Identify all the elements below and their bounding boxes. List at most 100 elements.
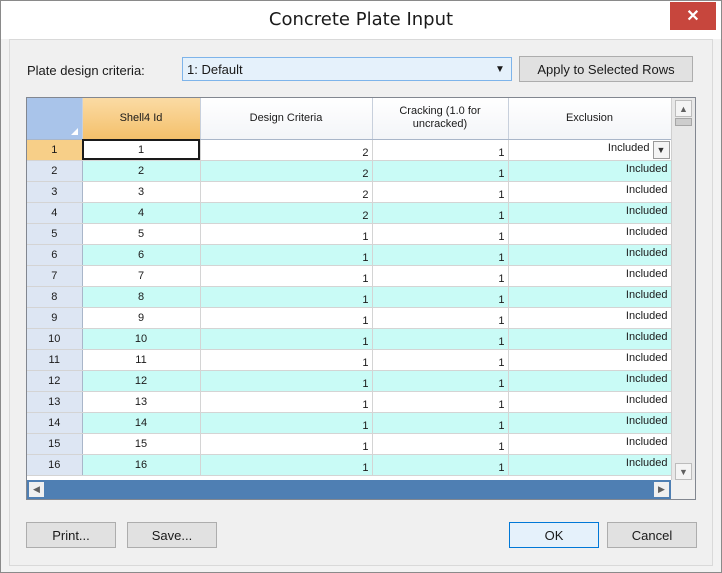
shell4-id-cell[interactable]: 7 (82, 265, 201, 287)
row-header[interactable]: 4 (27, 202, 83, 224)
horizontal-scrollbar[interactable]: ◀ ▶ (27, 480, 695, 499)
table-row[interactable]: 4 4 2 1 Included (27, 202, 671, 224)
table-row[interactable]: 9 9 1 1 Included (27, 307, 671, 329)
arrow-down-icon[interactable]: ▼ (675, 463, 692, 480)
cracking-cell[interactable]: 1 (372, 286, 509, 308)
column-header-shell4-id[interactable]: Shell4 Id (82, 98, 201, 140)
apply-to-selected-rows-button[interactable]: Apply to Selected Rows (519, 56, 693, 82)
design-criteria-cell[interactable]: 1 (200, 454, 373, 476)
design-criteria-cell[interactable]: 1 (200, 223, 373, 245)
shell4-id-cell[interactable]: 8 (82, 286, 201, 308)
cracking-cell[interactable]: 1 (372, 328, 509, 350)
shell4-id-cell[interactable]: 9 (82, 307, 201, 329)
row-header[interactable]: 9 (27, 307, 83, 329)
table-row[interactable]: 11 11 1 1 Included (27, 349, 671, 371)
design-criteria-cell[interactable]: 1 (200, 433, 373, 455)
shell4-id-cell[interactable]: 14 (82, 412, 201, 434)
design-criteria-cell[interactable]: 1 (200, 349, 373, 371)
exclusion-cell[interactable]: Included (508, 349, 671, 371)
shell4-id-cell[interactable]: 1 (82, 139, 201, 161)
table-row[interactable]: 6 6 1 1 Included (27, 244, 671, 266)
vertical-scrollbar[interactable]: ▲ ▼ (671, 98, 695, 482)
column-header-cracking[interactable]: Cracking (1.0 for uncracked) (372, 98, 509, 140)
cracking-cell[interactable]: 1 (372, 139, 509, 161)
row-header[interactable]: 10 (27, 328, 83, 350)
exclusion-cell[interactable]: Included (508, 328, 671, 350)
design-criteria-cell[interactable]: 2 (200, 139, 373, 161)
shell4-id-cell[interactable]: 4 (82, 202, 201, 224)
cracking-cell[interactable]: 1 (372, 181, 509, 203)
shell4-id-cell[interactable]: 12 (82, 370, 201, 392)
table-row[interactable]: 14 14 1 1 Included (27, 412, 671, 434)
shell4-id-cell[interactable]: 15 (82, 433, 201, 455)
table-row[interactable]: 2 2 2 1 Included (27, 160, 671, 182)
cracking-cell[interactable]: 1 (372, 391, 509, 413)
design-criteria-cell[interactable]: 2 (200, 202, 373, 224)
design-criteria-cell[interactable]: 2 (200, 181, 373, 203)
design-criteria-cell[interactable]: 1 (200, 244, 373, 266)
exclusion-cell[interactable]: Included (508, 391, 671, 413)
cracking-cell[interactable]: 1 (372, 265, 509, 287)
design-criteria-cell[interactable]: 1 (200, 370, 373, 392)
print-button[interactable]: Print... (26, 522, 116, 548)
shell4-id-cell[interactable]: 6 (82, 244, 201, 266)
arrow-right-icon[interactable]: ▶ (654, 482, 669, 497)
row-header[interactable]: 3 (27, 181, 83, 203)
design-criteria-cell[interactable]: 1 (200, 265, 373, 287)
plate-design-criteria-dropdown[interactable]: 1: Default ▼ (182, 57, 512, 81)
row-header[interactable]: 8 (27, 286, 83, 308)
row-header[interactable]: 14 (27, 412, 83, 434)
row-header[interactable]: 2 (27, 160, 83, 182)
exclusion-cell[interactable]: Included (508, 370, 671, 392)
cracking-cell[interactable]: 1 (372, 454, 509, 476)
row-header[interactable]: 15 (27, 433, 83, 455)
table-row[interactable]: 8 8 1 1 Included (27, 286, 671, 308)
cracking-cell[interactable]: 1 (372, 307, 509, 329)
chevron-down-icon[interactable]: ▼ (652, 140, 670, 159)
exclusion-cell[interactable]: Included (508, 412, 671, 434)
row-header[interactable]: 13 (27, 391, 83, 413)
row-header[interactable]: 5 (27, 223, 83, 245)
row-header[interactable]: 11 (27, 349, 83, 371)
cracking-cell[interactable]: 1 (372, 412, 509, 434)
row-header[interactable]: 7 (27, 265, 83, 287)
cracking-cell[interactable]: 1 (372, 223, 509, 245)
cracking-cell[interactable]: 1 (372, 244, 509, 266)
column-header-design-criteria[interactable]: Design Criteria (200, 98, 373, 140)
exclusion-cell[interactable]: Included (508, 244, 671, 266)
row-header[interactable]: 16 (27, 454, 83, 476)
design-criteria-cell[interactable]: 2 (200, 160, 373, 182)
column-header-exclusion[interactable]: Exclusion (508, 98, 671, 140)
cracking-cell[interactable]: 1 (372, 349, 509, 371)
shell4-id-cell[interactable]: 11 (82, 349, 201, 371)
select-all-corner[interactable] (27, 98, 83, 140)
table-row[interactable]: 12 12 1 1 Included (27, 370, 671, 392)
row-header[interactable]: 1 (27, 139, 83, 161)
table-row[interactable]: 7 7 1 1 Included (27, 265, 671, 287)
shell4-id-cell[interactable]: 13 (82, 391, 201, 413)
cracking-cell[interactable]: 1 (372, 202, 509, 224)
exclusion-cell[interactable]: Included ▼ (508, 139, 671, 161)
design-criteria-cell[interactable]: 1 (200, 412, 373, 434)
shell4-id-cell[interactable]: 10 (82, 328, 201, 350)
table-row[interactable]: 5 5 1 1 Included (27, 223, 671, 245)
arrow-up-icon[interactable]: ▲ (675, 100, 692, 117)
exclusion-cell[interactable]: Included (508, 307, 671, 329)
exclusion-cell[interactable]: Included (508, 286, 671, 308)
cancel-button[interactable]: Cancel (607, 522, 697, 548)
cracking-cell[interactable]: 1 (372, 160, 509, 182)
title-bar[interactable]: Concrete Plate Input ✕ (1, 1, 721, 39)
arrow-left-icon[interactable]: ◀ (29, 482, 44, 497)
table-row[interactable]: 15 15 1 1 Included (27, 433, 671, 455)
row-header[interactable]: 12 (27, 370, 83, 392)
shell4-id-cell[interactable]: 5 (82, 223, 201, 245)
design-criteria-cell[interactable]: 1 (200, 391, 373, 413)
exclusion-cell[interactable]: Included (508, 223, 671, 245)
cracking-cell[interactable]: 1 (372, 433, 509, 455)
shell4-id-cell[interactable]: 2 (82, 160, 201, 182)
table-row[interactable]: 3 3 2 1 Included (27, 181, 671, 203)
vertical-scroll-thumb[interactable] (675, 118, 692, 126)
design-criteria-cell[interactable]: 1 (200, 307, 373, 329)
shell4-id-cell[interactable]: 16 (82, 454, 201, 476)
table-row[interactable]: 13 13 1 1 Included (27, 391, 671, 413)
